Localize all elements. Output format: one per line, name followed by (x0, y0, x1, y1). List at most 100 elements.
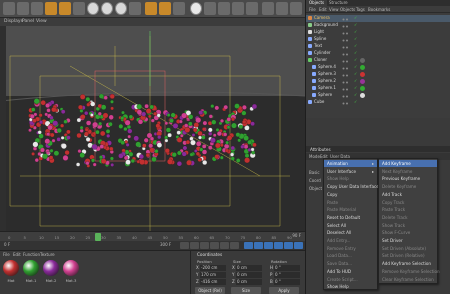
menu-item[interactable]: Set Driver (379, 237, 437, 244)
material-tag-icon[interactable] (360, 78, 365, 84)
obj-menu-file[interactable]: File (309, 7, 316, 12)
object-row[interactable]: Cube ✓ (306, 99, 450, 106)
coord-value-field[interactable]: 0 ° (274, 272, 300, 278)
object-name[interactable]: Spline (314, 36, 326, 43)
redo-icon[interactable] (17, 2, 29, 15)
prev-frame-icon[interactable] (200, 242, 209, 249)
mat-menu-texture[interactable]: Texture (40, 252, 55, 257)
visibility-dots-icon[interactable] (342, 31, 350, 34)
enabled-check-icon[interactable]: ✓ (354, 86, 358, 90)
coord-value-field[interactable]: 0 cm (236, 272, 262, 278)
enabled-check-icon[interactable]: ✓ (354, 37, 358, 41)
enabled-check-icon[interactable]: ✓ (354, 23, 358, 27)
coord-value-field[interactable]: -200 cm (200, 265, 226, 271)
perspective-viewport[interactable] (0, 26, 305, 231)
render-picture-viewer-icon[interactable] (159, 2, 171, 15)
goto-end-icon[interactable] (230, 242, 239, 249)
object-row[interactable]: Camera ✓ (306, 15, 450, 22)
menu-item[interactable]: Add Keyframe Selection (379, 260, 437, 267)
coord-value-field[interactable]: 0 cm (236, 279, 262, 285)
obj-menu-edit[interactable]: Edit (319, 7, 327, 12)
enabled-check-icon[interactable]: ✓ (354, 30, 358, 34)
object-row[interactable]: Sphere ✓ (306, 92, 450, 99)
menu-item[interactable]: Add Entry... (324, 237, 377, 244)
visibility-dots-icon[interactable] (342, 52, 350, 55)
attr-menu-mode[interactable]: Mode (309, 154, 320, 159)
material-tag-icon[interactable] (360, 92, 365, 98)
object-row[interactable]: Light ✓ (306, 29, 450, 36)
obj-menu-view[interactable]: View (329, 7, 339, 12)
y-axis-icon[interactable] (101, 2, 113, 15)
menu-item[interactable]: Add Keyframe (379, 160, 437, 168)
scale-tool-icon[interactable] (59, 2, 71, 15)
frame-field-left[interactable]: 0 F (4, 242, 10, 247)
object-row[interactable]: Text ✓ (306, 43, 450, 50)
menu-item[interactable]: Delete Keyframe (379, 183, 437, 190)
menu-item[interactable]: Copy Track (379, 199, 437, 206)
menu-item[interactable]: Create Script... (324, 276, 377, 283)
material-tag-icon[interactable] (360, 57, 365, 63)
x-axis-icon[interactable] (87, 2, 99, 15)
coords-mode-select[interactable]: Object (Rel) (195, 287, 225, 294)
mat-menu-file[interactable]: File (3, 252, 10, 257)
coord-value-field[interactable]: 0 ° (274, 279, 300, 285)
object-name[interactable]: Text (314, 43, 322, 50)
viewport-menu-view[interactable]: View (36, 19, 47, 24)
camera-icon[interactable] (276, 2, 288, 15)
coords-size-mode-select[interactable]: Size (231, 287, 261, 294)
visibility-dots-icon[interactable] (342, 45, 350, 48)
object-name[interactable]: Cube (314, 99, 324, 106)
enabled-check-icon[interactable]: ✓ (354, 44, 358, 48)
visibility-dots-icon[interactable] (342, 73, 350, 76)
visibility-dots-icon[interactable] (342, 38, 350, 41)
coord-value-field[interactable]: 0 ° (274, 265, 300, 271)
menu-item[interactable]: Save Data... (324, 260, 377, 267)
menu-item[interactable]: Load Data... (324, 252, 377, 259)
menu-item[interactable]: Paste Material (324, 206, 377, 213)
object-name[interactable]: Sphere.2 (318, 78, 336, 85)
menu-item[interactable]: Show F-Curve (379, 229, 437, 236)
menu-item[interactable]: User Interface ▸ (324, 168, 377, 175)
menu-item[interactable]: Animation ▸ (324, 160, 377, 168)
current-frame-marker[interactable] (95, 233, 101, 241)
light-icon[interactable] (290, 2, 302, 15)
enabled-check-icon[interactable]: ✓ (354, 51, 358, 55)
coordinate-system-icon[interactable] (129, 2, 141, 15)
record-icon[interactable] (244, 242, 253, 249)
mat-menu-function[interactable]: Function (23, 252, 40, 257)
mat-menu-edit[interactable]: Edit (13, 252, 21, 257)
coord-value-field[interactable]: -416 cm (200, 279, 226, 285)
menu-item[interactable]: Reset to Default (324, 214, 377, 221)
coords-apply-button[interactable]: Apply (269, 287, 299, 294)
material-ball[interactable] (23, 260, 39, 276)
enabled-check-icon[interactable]: ✓ (354, 100, 358, 104)
viewport-menu-displays[interactable]: Displays (4, 19, 23, 24)
enabled-check-icon[interactable]: ✓ (354, 65, 358, 69)
move-tool-icon[interactable] (45, 2, 57, 15)
prev-key-icon[interactable] (190, 242, 199, 249)
visibility-dots-icon[interactable] (342, 24, 350, 27)
visibility-dots-icon[interactable] (342, 17, 350, 20)
menu-item[interactable]: Clear Keyframe Selection (379, 276, 437, 283)
cube-primitive-icon[interactable] (190, 2, 202, 15)
keyframe-selection-icon[interactable] (264, 242, 273, 249)
object-name[interactable]: Sphere (318, 92, 332, 99)
visibility-dots-icon[interactable] (342, 66, 350, 69)
menu-item[interactable]: Deselect All (324, 229, 377, 236)
cloner-icon[interactable] (232, 2, 244, 15)
visibility-dots-icon[interactable] (342, 94, 350, 97)
visibility-dots-icon[interactable] (342, 87, 350, 90)
object-name[interactable]: Light (314, 29, 324, 36)
menu-item[interactable]: Show Help (324, 283, 377, 290)
menu-item[interactable]: Show Help (324, 175, 377, 182)
menu-item[interactable]: Remove Entry (324, 245, 377, 252)
menu-item[interactable]: Set Driven (Relative) (379, 252, 437, 259)
menu-item[interactable]: Paste (324, 199, 377, 206)
viewport-menu-panel[interactable]: Panel (22, 19, 34, 24)
deformer-icon[interactable] (246, 2, 258, 15)
goto-start-icon[interactable] (180, 242, 189, 249)
object-name[interactable]: Cylinder (314, 50, 331, 57)
floor-icon[interactable] (262, 2, 274, 15)
object-row[interactable]: Sphere.3 ✓ (306, 71, 450, 78)
material-tag-icon[interactable] (360, 64, 365, 70)
